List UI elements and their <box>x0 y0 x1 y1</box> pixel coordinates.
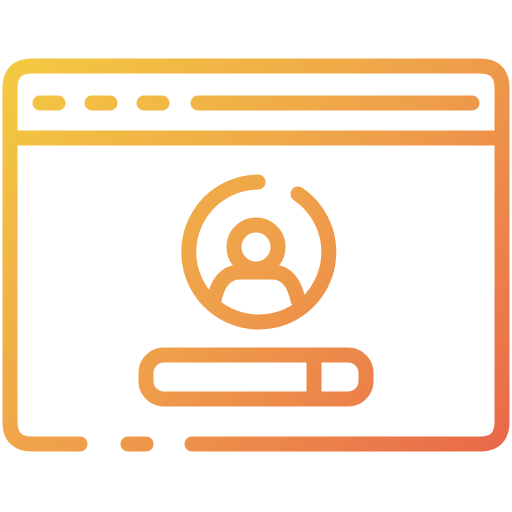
window-frame <box>2 58 510 452</box>
user-shoulders-icon <box>206 264 306 308</box>
user-head-icon <box>226 217 286 277</box>
icon-svg <box>2 58 510 452</box>
browser-user-login-icon <box>0 0 512 512</box>
login-input-field <box>138 347 374 407</box>
